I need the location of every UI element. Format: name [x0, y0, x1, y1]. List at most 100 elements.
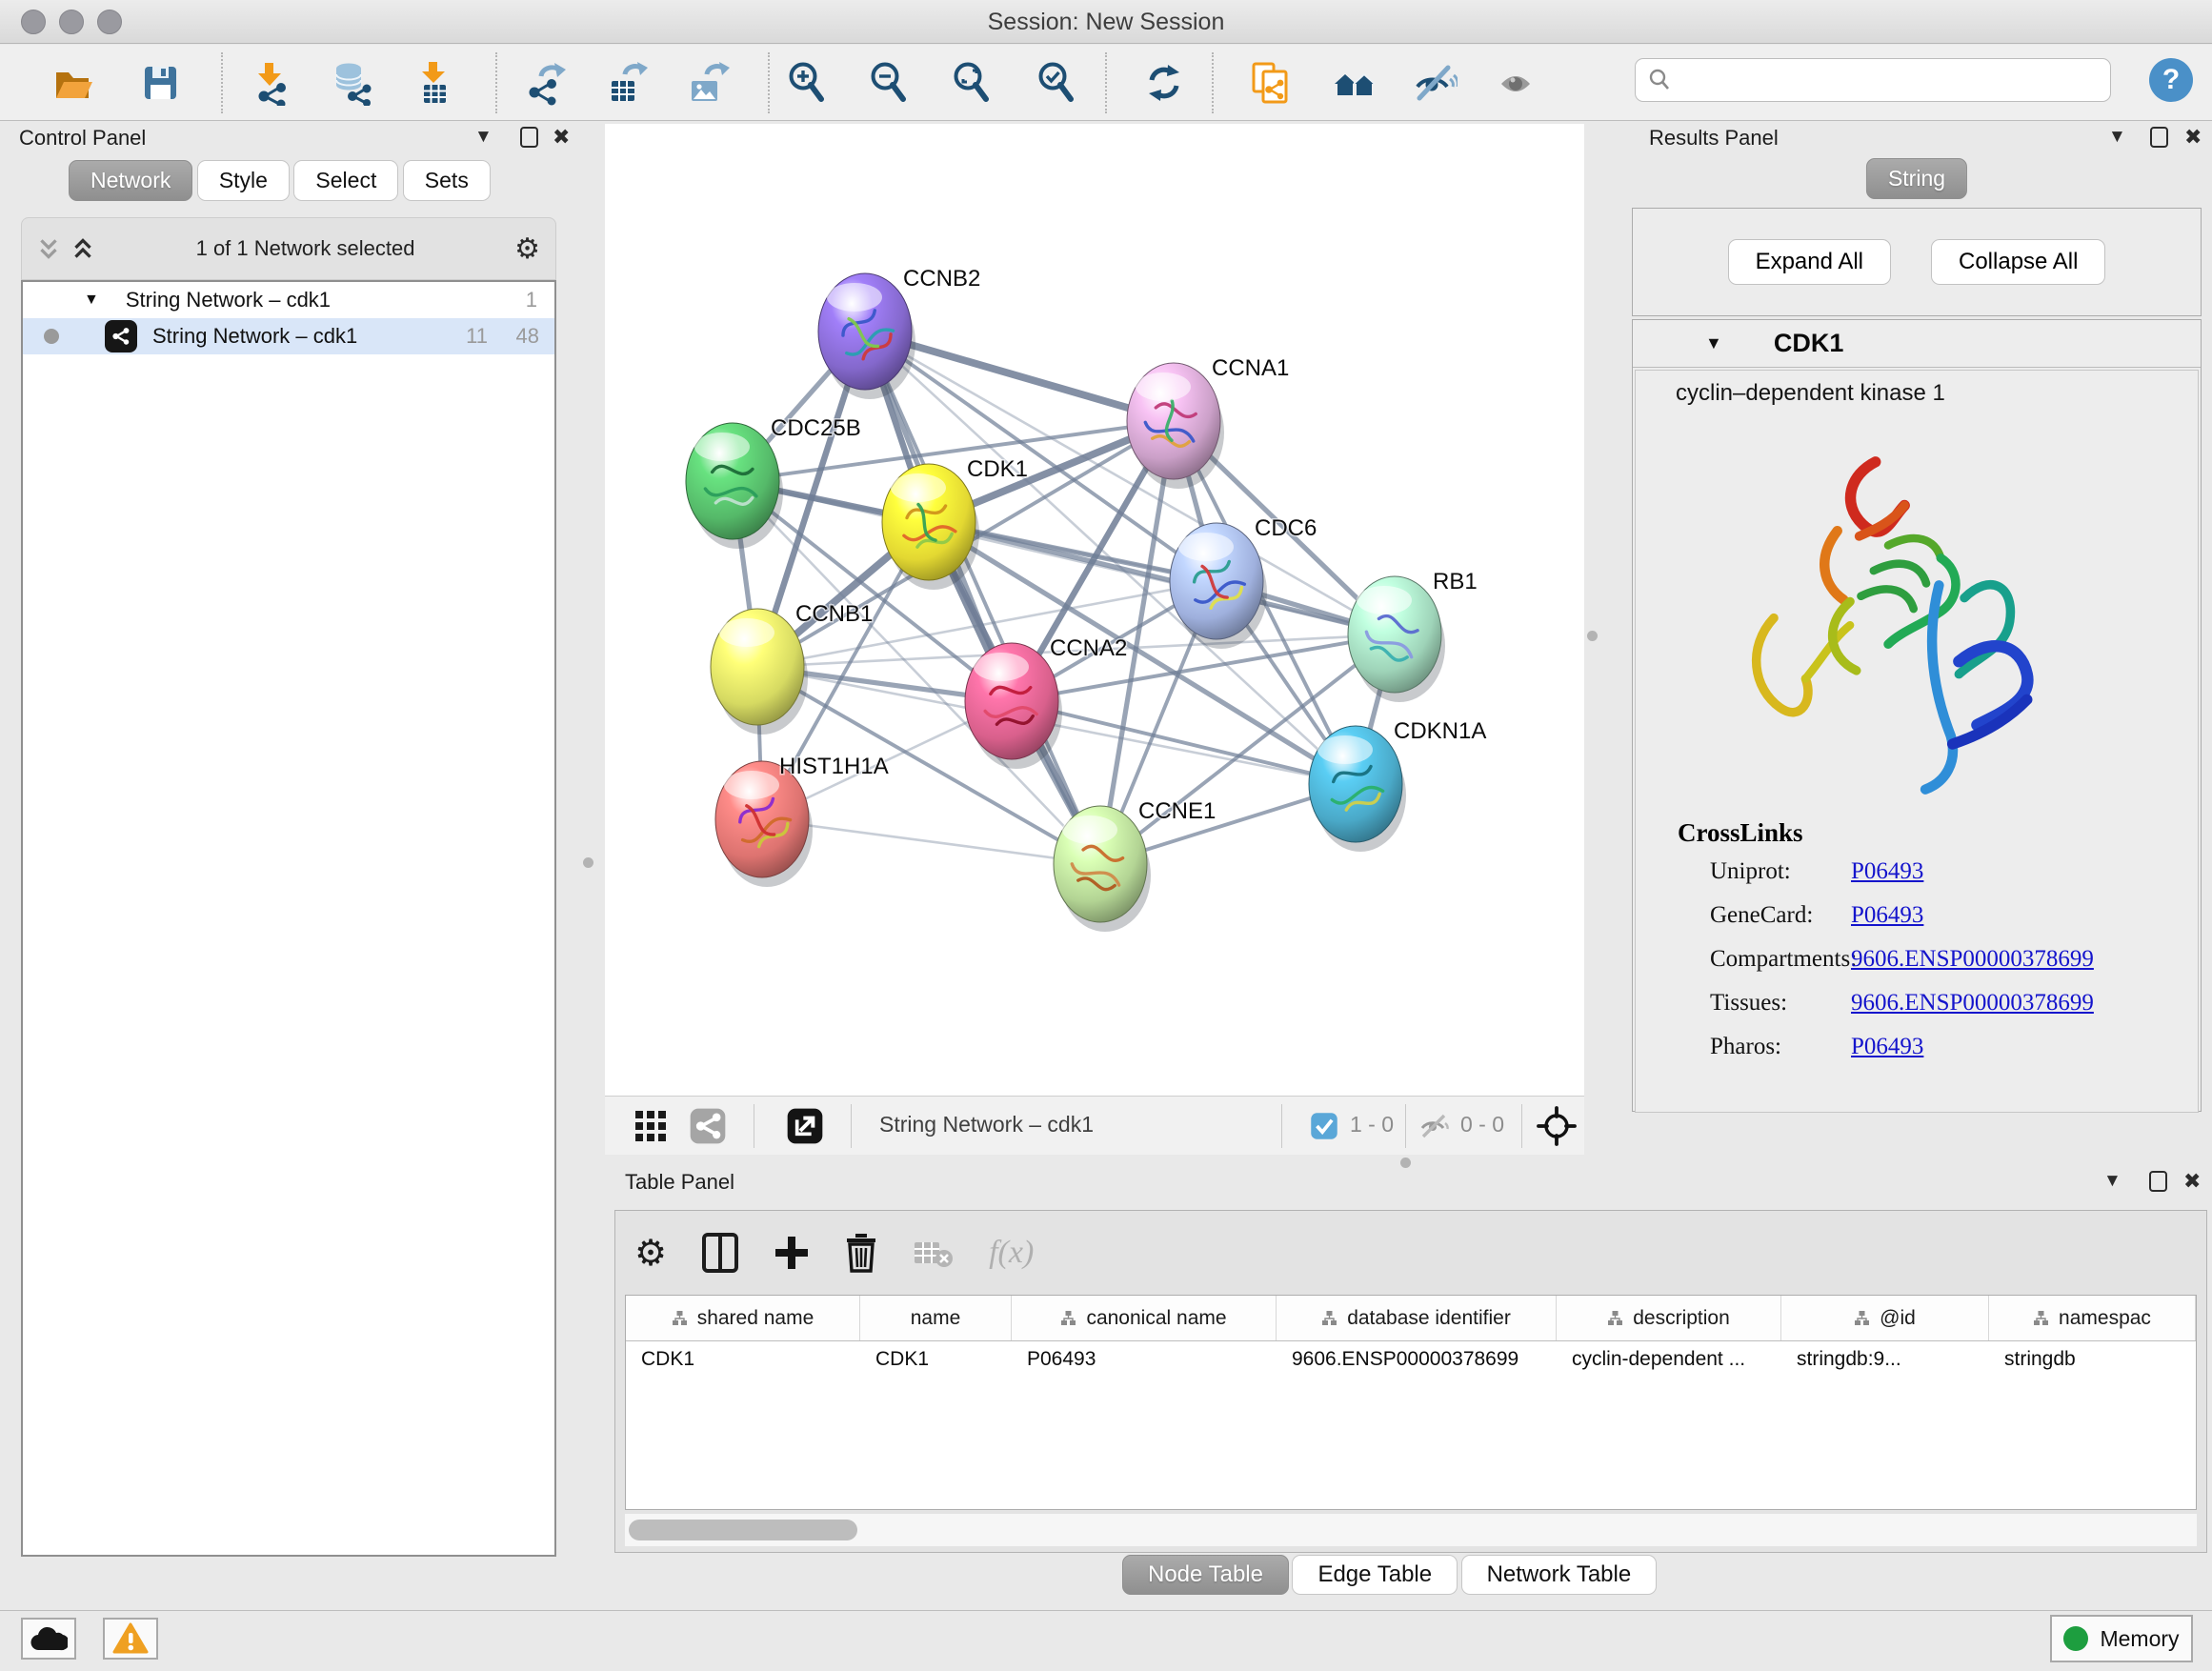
node-label: CCNE1	[1138, 798, 1216, 824]
collapse-panel-icon[interactable]: ▼	[474, 124, 493, 151]
show-all-eye-icon[interactable]	[1496, 60, 1541, 106]
collapse-panel-icon[interactable]: ▼	[2108, 124, 2126, 151]
network-collection-row[interactable]: ▼ String Network – cdk1 1	[23, 282, 554, 318]
results-panel: Results Panel ▼ ✖ String Expand All Coll…	[1624, 124, 2209, 1164]
tab-edge-table[interactable]: Edge Table	[1292, 1555, 1458, 1595]
export-table-icon[interactable]	[604, 60, 650, 106]
column-header[interactable]: @id	[1781, 1296, 1989, 1340]
network-edge[interactable]	[762, 819, 1100, 864]
tab-network-table[interactable]: Network Table	[1461, 1555, 1658, 1595]
table-tabs: Node Table Edge Table Network Table	[1122, 1555, 1656, 1595]
network-node-CDC6[interactable]: CDC6	[1170, 515, 1317, 649]
float-panel-icon[interactable]	[520, 127, 538, 148]
splitter-grip[interactable]	[583, 857, 593, 868]
table-row[interactable]: CDK1 CDK1 P06493 9606.ENSP00000378699 cy…	[626, 1341, 2196, 1379]
help-button[interactable]: ?	[2149, 58, 2193, 102]
tab-sets[interactable]: Sets	[403, 160, 491, 201]
tab-style[interactable]: Style	[197, 160, 290, 201]
protein-header[interactable]: ▼ CDK1	[1633, 320, 2201, 368]
first-neighbors-icon[interactable]	[1332, 60, 1377, 106]
column-header[interactable]: database identifier	[1277, 1296, 1557, 1340]
open-session-icon[interactable]	[50, 60, 95, 106]
network-node-CCNA2[interactable]: CCNA2	[965, 635, 1127, 769]
import-network-from-database-icon[interactable]	[329, 60, 374, 106]
tab-string[interactable]: String	[1866, 158, 1967, 199]
network-node-HIST1H1A[interactable]: HIST1H1A	[715, 754, 889, 887]
import-network-icon[interactable]	[248, 60, 293, 106]
column-header[interactable]: namespac	[1989, 1296, 2196, 1340]
network-edge[interactable]	[929, 522, 1395, 634]
splitter-grip[interactable]	[1587, 631, 1598, 641]
search-field[interactable]	[1635, 58, 2111, 102]
column-header[interactable]: shared name	[626, 1296, 860, 1340]
network-node-CDC25B[interactable]: CDC25B	[686, 415, 861, 549]
tab-network[interactable]: Network	[69, 160, 192, 201]
add-column-icon[interactable]	[774, 1235, 810, 1271]
close-panel-icon[interactable]: ✖	[2184, 124, 2202, 151]
search-input[interactable]	[1681, 68, 2110, 92]
birdseye-view-icon[interactable]	[633, 1109, 668, 1143]
memory-button[interactable]: Memory	[2050, 1615, 2193, 1662]
close-panel-icon[interactable]: ✖	[553, 124, 570, 151]
network-edge[interactable]	[865, 332, 1100, 864]
refresh-icon[interactable]	[1141, 60, 1187, 106]
close-panel-icon[interactable]: ✖	[2183, 1168, 2201, 1195]
collapse-section-icon[interactable]: ▼	[1705, 333, 1722, 353]
network-node-RB1[interactable]: RB1	[1348, 569, 1478, 702]
collapse-all-button[interactable]: Collapse All	[1931, 239, 2105, 285]
crosslink-link[interactable]: P06493	[1851, 858, 1923, 885]
crosslink-link[interactable]: P06493	[1851, 902, 1923, 929]
network-node-CCNE1[interactable]: CCNE1	[1054, 798, 1216, 932]
gear-icon[interactable]: ⚙	[634, 1232, 667, 1275]
network-edge[interactable]	[1012, 701, 1356, 784]
collapse-all-icon[interactable]	[35, 235, 62, 262]
delete-column-trash-icon[interactable]	[844, 1233, 878, 1273]
network-node-CCNB2[interactable]: CCNB2	[818, 266, 980, 399]
node-label: CCNA1	[1212, 355, 1289, 381]
gear-icon[interactable]: ⚙	[514, 232, 540, 266]
column-header[interactable]: name	[860, 1296, 1012, 1340]
scrollbar-thumb[interactable]	[629, 1520, 857, 1540]
expand-all-icon[interactable]	[70, 235, 96, 262]
crosslink-link[interactable]: 9606.ENSP00000378699	[1851, 946, 2094, 973]
expand-all-button[interactable]: Expand All	[1728, 239, 1891, 285]
network-view[interactable]: CCNB2CCNA1CDC25BCDK1CDC6RB1CCNB1CCNA2CDK…	[605, 124, 1584, 1096]
export-network-icon[interactable]	[522, 60, 568, 106]
node-table[interactable]: shared name name canonical name database…	[625, 1295, 2197, 1510]
node-navigator-crosshair-icon[interactable]	[1537, 1106, 1577, 1146]
network-node-CCNA1[interactable]: CCNA1	[1127, 355, 1289, 489]
warnings-button[interactable]	[103, 1618, 158, 1660]
network-selection-status: 1 of 1 Network selected	[96, 236, 514, 261]
string-settings-icon[interactable]	[689, 1107, 727, 1145]
float-panel-icon[interactable]	[2150, 127, 2168, 148]
save-session-icon[interactable]	[137, 60, 183, 106]
tab-select[interactable]: Select	[293, 160, 398, 201]
zoom-fit-icon[interactable]	[950, 60, 995, 106]
open-in-browser-icon[interactable]	[786, 1107, 824, 1145]
zoom-selected-icon[interactable]	[1035, 60, 1080, 106]
float-panel-icon[interactable]	[2149, 1171, 2167, 1192]
zoom-out-icon[interactable]	[867, 60, 913, 106]
hide-selected-eye-slash-icon[interactable]	[1412, 60, 1458, 106]
column-header[interactable]: canonical name	[1012, 1296, 1277, 1340]
attribute-icon	[1060, 1310, 1076, 1326]
export-image-icon[interactable]	[684, 60, 730, 106]
network-node-CDKN1A[interactable]: CDKN1A	[1309, 718, 1486, 852]
collapse-panel-icon[interactable]: ▼	[2103, 1168, 2122, 1195]
tree-expand-icon[interactable]: ▼	[84, 292, 99, 309]
cloud-button[interactable]	[21, 1618, 76, 1660]
column-header[interactable]: description	[1557, 1296, 1781, 1340]
tab-node-table[interactable]: Node Table	[1122, 1555, 1289, 1595]
collection-label: String Network – cdk1	[126, 288, 331, 312]
crosslink-link[interactable]: P06493	[1851, 1034, 1923, 1060]
show-columns-icon[interactable]	[701, 1232, 739, 1274]
selected-checkbox-icon[interactable]	[1310, 1112, 1338, 1140]
import-table-icon[interactable]	[412, 60, 457, 106]
crosslink-link[interactable]: 9606.ENSP00000378699	[1851, 990, 2094, 1017]
main-toolbar: ?	[0, 45, 2212, 121]
zoom-in-icon[interactable]	[785, 60, 831, 106]
network-row-selected[interactable]: String Network – cdk1 11 48	[23, 318, 554, 354]
horizontal-scrollbar[interactable]	[625, 1514, 2197, 1546]
duplicate-network-icon[interactable]	[1248, 60, 1294, 106]
attribute-icon	[1854, 1310, 1870, 1326]
